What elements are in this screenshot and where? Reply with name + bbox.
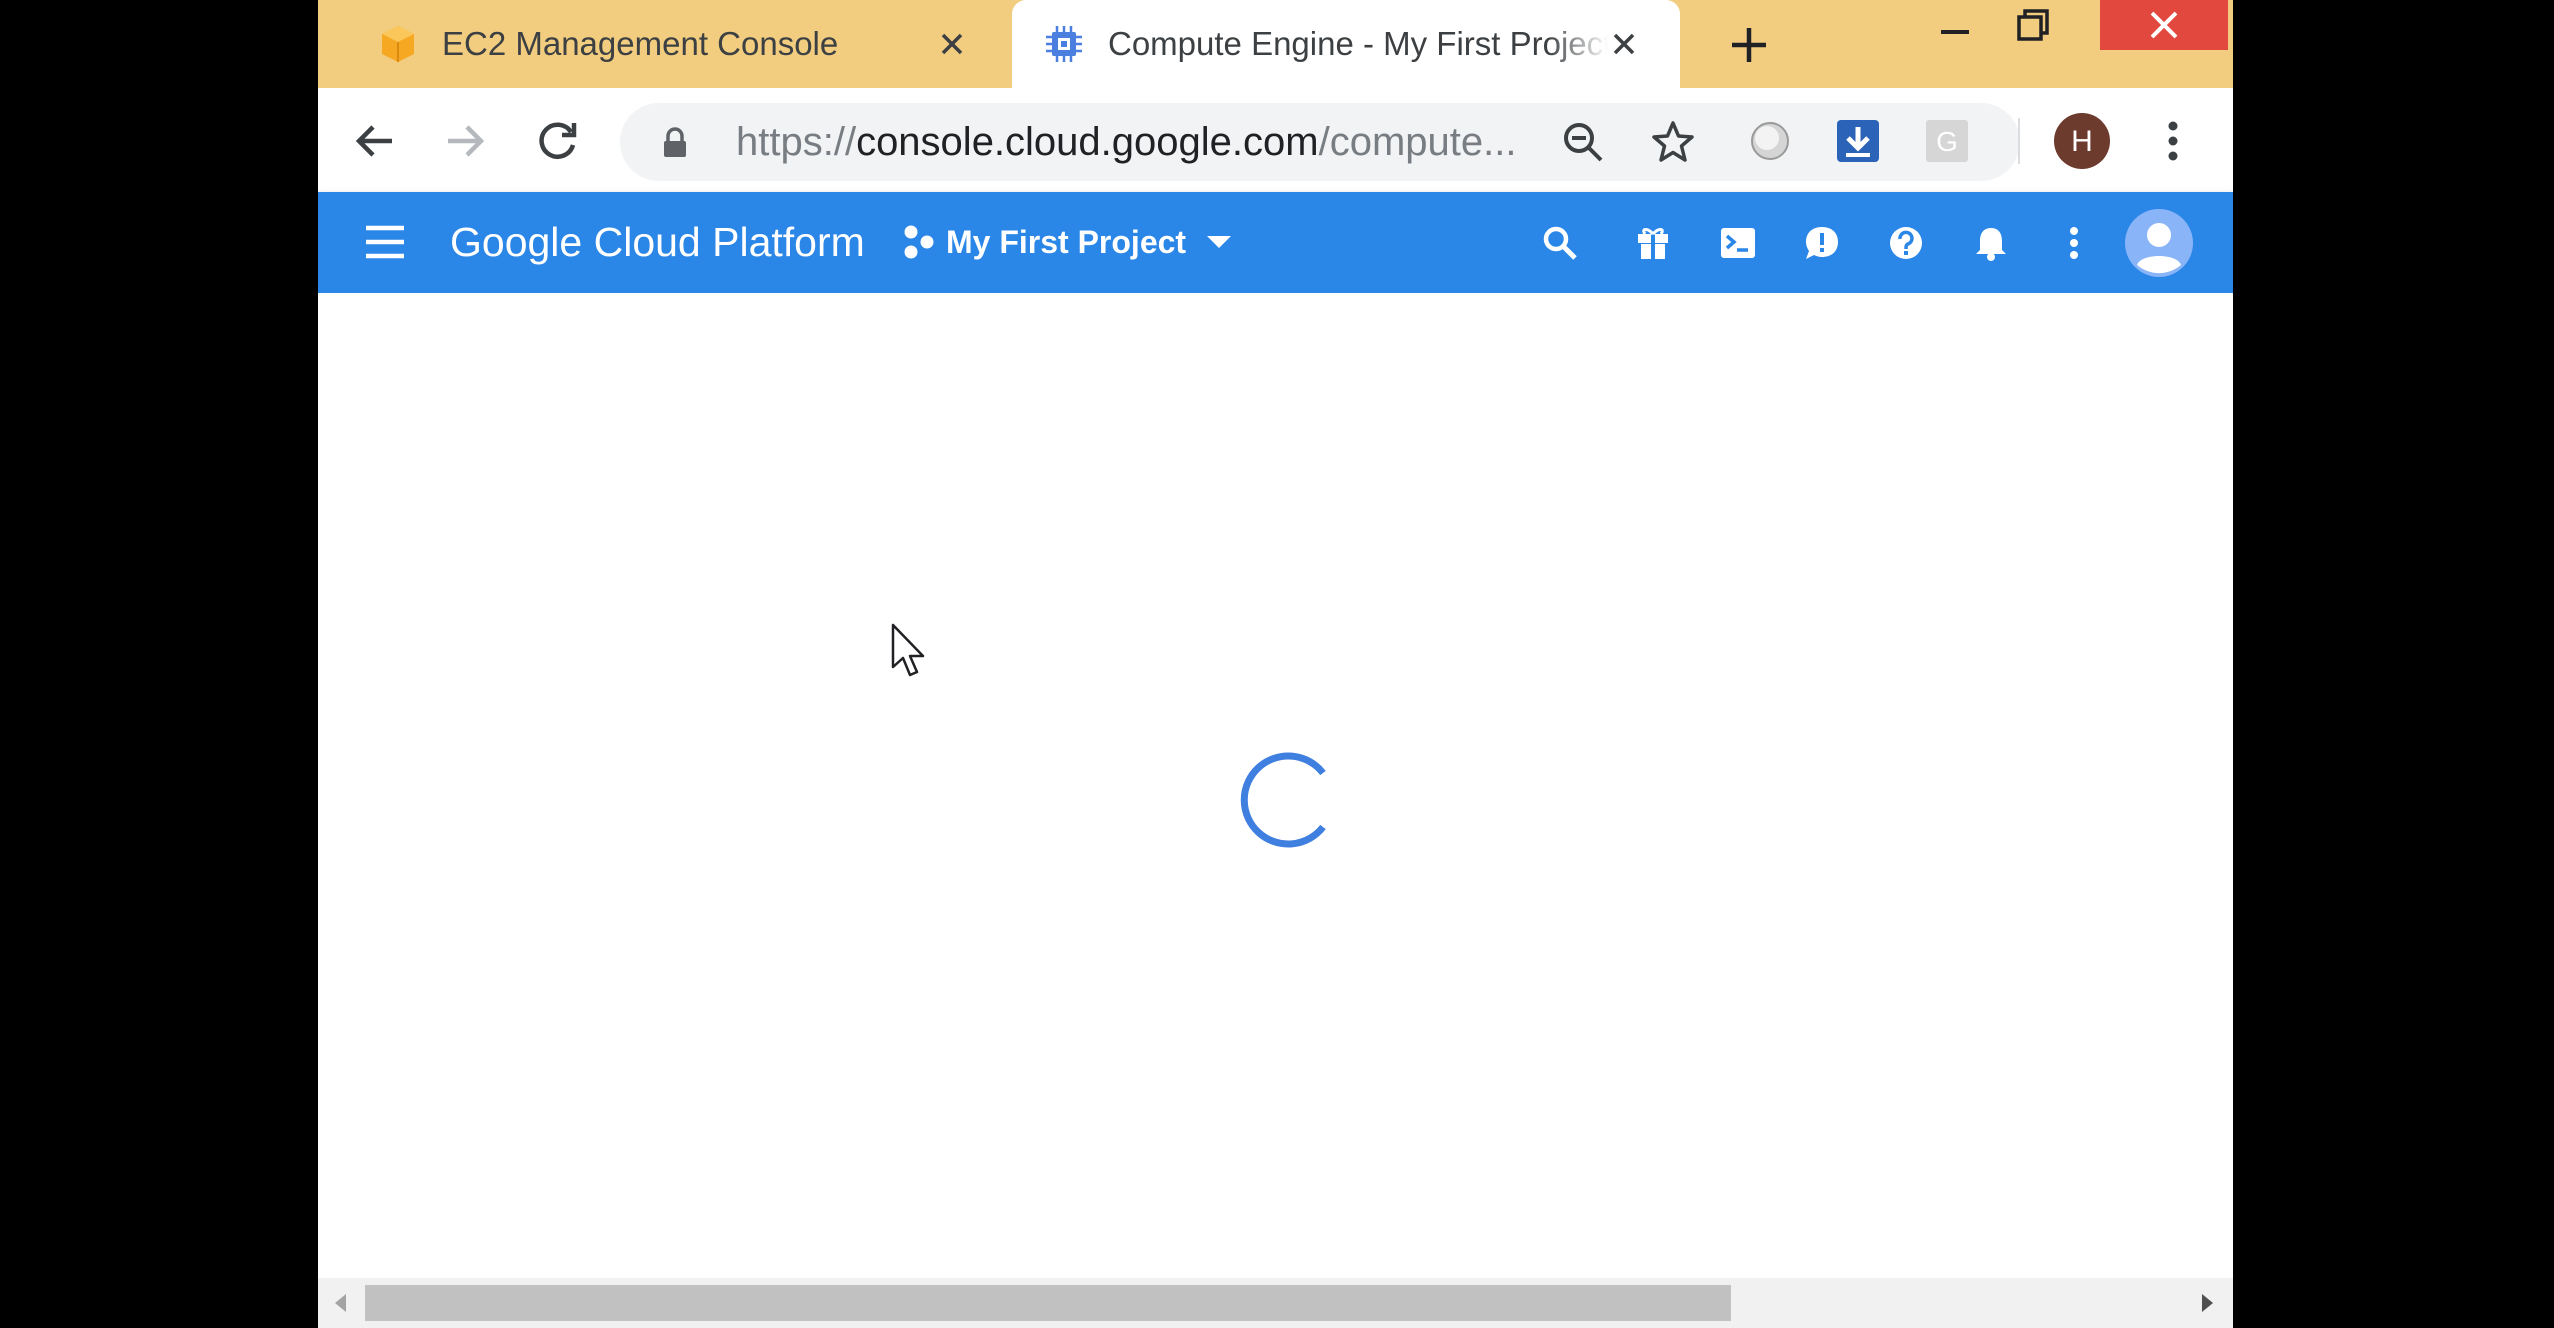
bookmark-star-icon[interactable] bbox=[1650, 119, 1696, 165]
scroll-left-arrow-icon[interactable] bbox=[328, 1290, 354, 1316]
extension-g-icon[interactable]: G bbox=[1918, 112, 1976, 170]
tab-strip: EC2 Management Console Compute Engine - … bbox=[318, 0, 2233, 88]
toolbar-divider bbox=[2018, 118, 2020, 164]
zoom-out-icon[interactable] bbox=[1562, 121, 1604, 163]
profile-avatar[interactable]: H bbox=[2053, 112, 2111, 170]
more-vert-icon[interactable] bbox=[2049, 218, 2099, 268]
url-text: https://console.cloud.google.com/compute… bbox=[736, 120, 1517, 164]
new-tab-plus-icon[interactable] bbox=[1724, 20, 1774, 70]
scroll-right-arrow-icon[interactable] bbox=[2194, 1290, 2220, 1316]
extension-circle-icon[interactable] bbox=[1741, 112, 1799, 170]
search-icon[interactable] bbox=[1535, 218, 1585, 268]
hamburger-menu-icon[interactable] bbox=[364, 224, 406, 260]
tab-title: EC2 Management Console bbox=[442, 25, 839, 62]
tab-title: Compute Engine - My First Project bbox=[1108, 25, 1608, 62]
tab-compute-engine[interactable]: Compute Engine - My First Project bbox=[1012, 0, 1680, 88]
tab-ec2-management-console[interactable]: EC2 Management Console bbox=[318, 0, 1008, 88]
aws-box-icon bbox=[382, 26, 414, 62]
svg-text:H: H bbox=[2071, 125, 2093, 158]
tab-close-icon[interactable] bbox=[932, 24, 972, 64]
window-close-icon[interactable] bbox=[2100, 0, 2228, 50]
project-selector[interactable]: My First Project bbox=[902, 212, 1234, 272]
download-extension-icon[interactable] bbox=[1829, 112, 1887, 170]
notifications-icon[interactable] bbox=[1966, 218, 2016, 268]
gcp-header: Google Cloud Platform My First Project bbox=[318, 192, 2233, 293]
tab-close-icon[interactable] bbox=[1604, 24, 1644, 64]
cloud-shell-icon[interactable] bbox=[1713, 218, 1763, 268]
restore-icon[interactable] bbox=[1996, 0, 2070, 50]
minimize-icon[interactable] bbox=[1918, 0, 1992, 50]
browser-toolbar: https://console.cloud.google.com/compute… bbox=[318, 88, 2233, 192]
reload-icon[interactable] bbox=[528, 112, 586, 170]
help-icon[interactable] bbox=[1881, 218, 1931, 268]
svg-text:G: G bbox=[1936, 126, 1958, 157]
forward-arrow-icon[interactable] bbox=[436, 112, 494, 170]
horizontal-scrollbar[interactable] bbox=[318, 1278, 2233, 1328]
address-bar[interactable]: https://console.cloud.google.com/compute… bbox=[620, 103, 2020, 181]
loading-spinner-icon bbox=[1240, 752, 1326, 848]
main-content bbox=[318, 293, 2233, 1278]
lock-icon bbox=[664, 127, 686, 157]
gift-icon[interactable] bbox=[1628, 218, 1678, 268]
compute-engine-chip-icon bbox=[1046, 26, 1082, 62]
account-avatar-icon[interactable] bbox=[2124, 208, 2194, 278]
feedback-icon[interactable] bbox=[1797, 218, 1847, 268]
back-arrow-icon[interactable] bbox=[346, 112, 404, 170]
project-name: My First Project bbox=[946, 223, 1187, 260]
dropdown-arrow-icon bbox=[1207, 236, 1232, 248]
gcp-product-title[interactable]: Google Cloud Platform bbox=[450, 192, 865, 293]
browser-window: EC2 Management Console Compute Engine - … bbox=[318, 0, 2233, 1328]
browser-menu-icon[interactable] bbox=[2144, 112, 2202, 170]
mouse-cursor-icon bbox=[891, 623, 925, 677]
scrollbar-thumb[interactable] bbox=[365, 1285, 1731, 1321]
project-dots-icon bbox=[904, 225, 934, 259]
